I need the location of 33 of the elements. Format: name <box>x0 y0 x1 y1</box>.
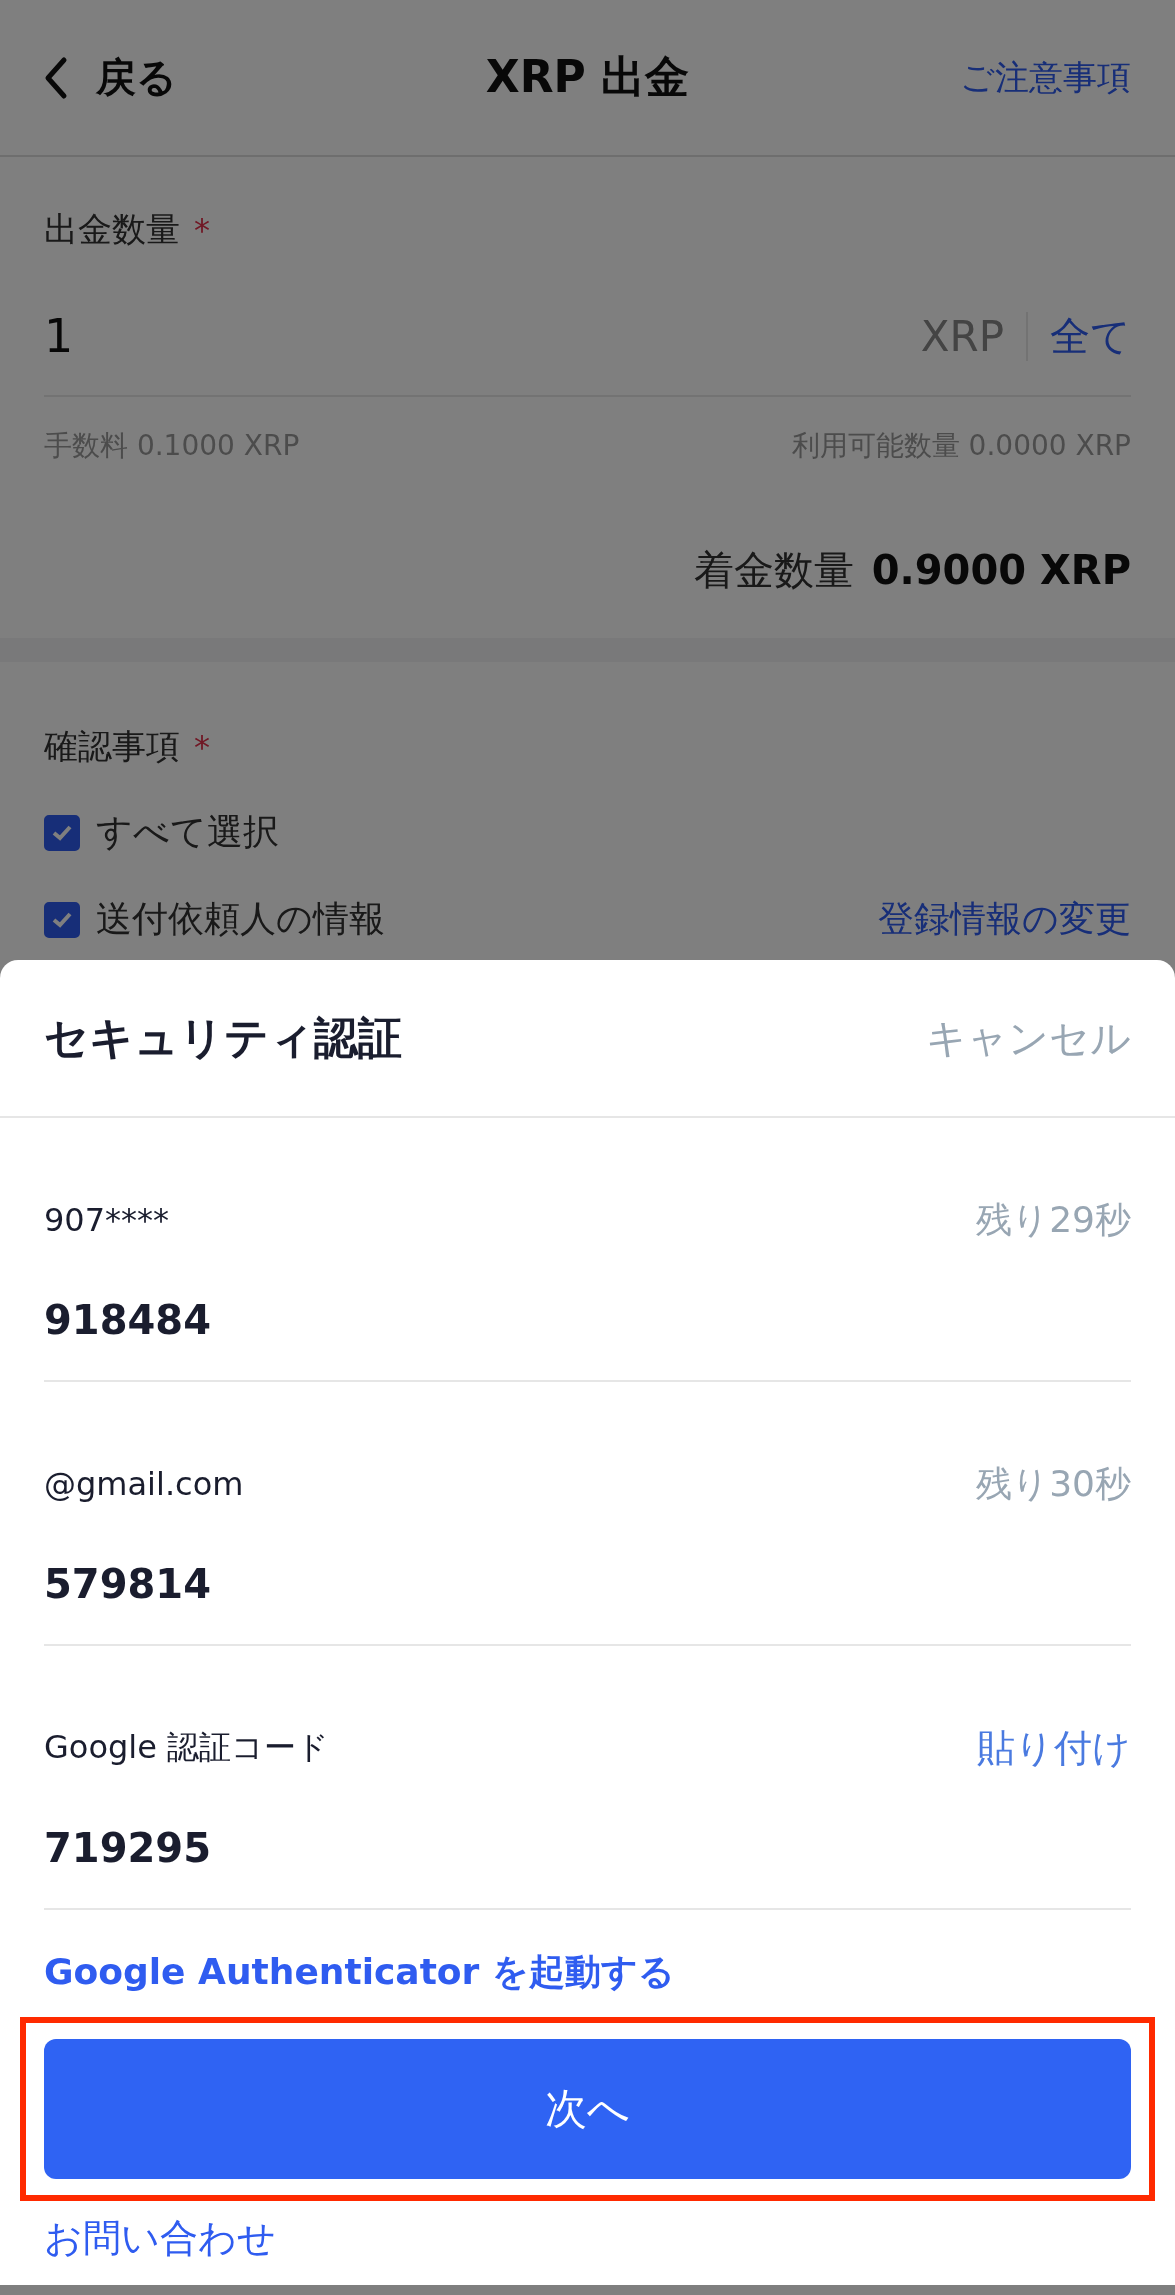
checkbox[interactable] <box>44 814 80 851</box>
paste-button[interactable]: 貼り付け <box>977 1722 1131 1774</box>
field-label: Google 認証コード <box>44 1727 329 1768</box>
field-label: @gmail.com <box>44 1465 244 1503</box>
next-button[interactable]: 次へ <box>44 2039 1131 2179</box>
unit-label: XRP <box>920 311 1028 361</box>
back-chevron-icon <box>44 55 68 100</box>
field-label: 出金数量 <box>44 208 180 251</box>
page-title: XRP 出金 <box>485 51 690 102</box>
notes-link[interactable]: ご注意事項 <box>960 54 1131 101</box>
checkmark-icon <box>51 823 73 842</box>
code-field[interactable]: 918484 <box>44 1270 1131 1370</box>
checkbox-label: すべて選択 <box>96 810 280 854</box>
checkbox[interactable] <box>44 901 80 938</box>
change-info-link[interactable]: 登録情報の変更 <box>878 895 1131 944</box>
countdown-text: 残り29秒 <box>976 1197 1131 1242</box>
field-label: 907**** <box>44 1201 170 1239</box>
countdown-text: 残り30秒 <box>976 1461 1131 1506</box>
code-field[interactable]: 579814 <box>44 1534 1131 1634</box>
received-value: 0.9000 XRP <box>871 547 1131 593</box>
section-label: 確認事項 <box>44 725 180 768</box>
code-field[interactable]: 719295 <box>44 1798 1131 1898</box>
checkmark-icon <box>51 910 73 929</box>
checkbox-label: 送付依頼人の情報 <box>96 897 386 941</box>
back-button[interactable]: 戻る <box>44 50 177 105</box>
required-mark: * <box>194 211 210 249</box>
authenticator-link[interactable]: Google Authenticator を起動する <box>44 1948 1131 1997</box>
received-label: 着金数量 <box>693 546 854 595</box>
required-mark: * <box>194 728 210 766</box>
dialog-title: セキュリティ認証 <box>44 1010 402 1065</box>
all-button[interactable]: 全て <box>1028 308 1131 364</box>
contact-link[interactable]: お問い合わせ <box>44 2213 1131 2264</box>
amount-field[interactable]: 1 <box>44 309 921 363</box>
